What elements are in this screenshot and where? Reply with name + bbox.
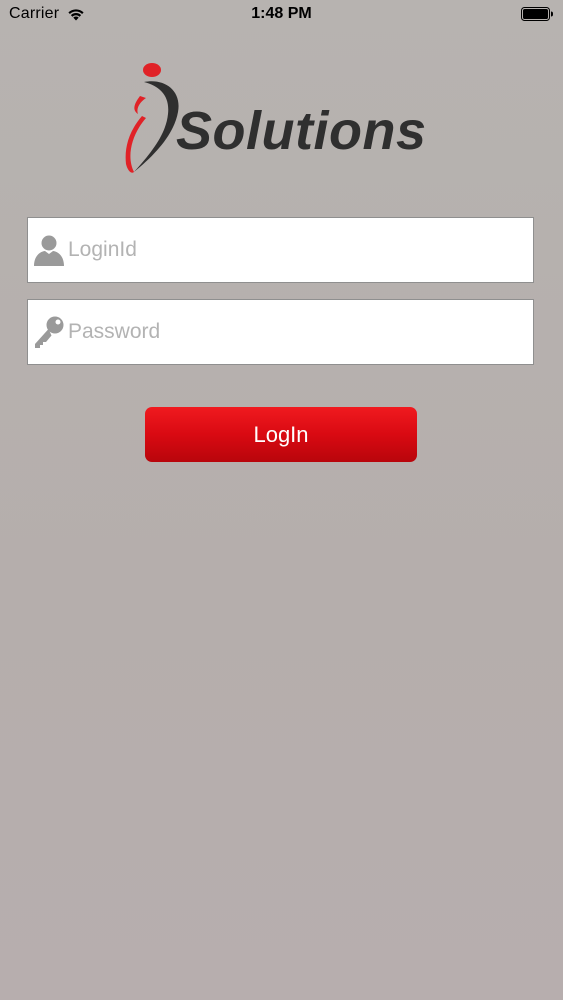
password-input[interactable]	[68, 300, 523, 364]
status-bar: Carrier 1:48 PM	[0, 0, 563, 30]
user-icon	[34, 235, 64, 266]
login-id-input[interactable]	[68, 218, 523, 282]
battery-icon	[521, 7, 553, 21]
password-field[interactable]	[27, 299, 534, 365]
status-time: 1:48 PM	[251, 5, 312, 22]
app-logo: Solutions	[116, 60, 446, 180]
key-icon	[35, 316, 64, 348]
login-button[interactable]: LogIn	[145, 407, 417, 462]
login-id-field[interactable]	[27, 217, 534, 283]
logo-text: Solutions	[176, 101, 427, 161]
